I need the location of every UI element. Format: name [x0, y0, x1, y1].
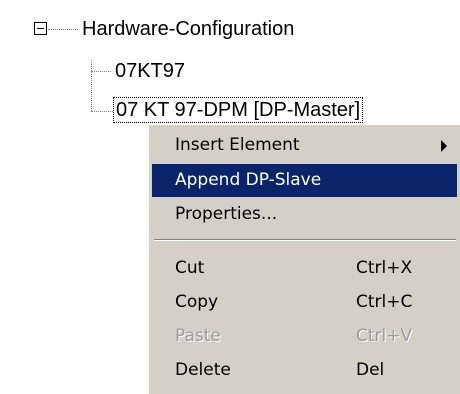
collapse-tree-icon[interactable] — [34, 22, 47, 35]
menu-item-copy[interactable]: Copy Ctrl+C — [152, 286, 457, 319]
menu-item-label: Cut — [175, 258, 205, 278]
tree-connector — [48, 29, 78, 30]
menu-item-shortcut: Ctrl+V — [356, 326, 413, 346]
menu-item-paste: Paste Ctrl+V — [152, 320, 457, 353]
menu-item-label: Copy — [175, 292, 219, 312]
menu-item-shortcut: Ctrl+C — [356, 292, 413, 312]
menu-item-label: Insert Element — [175, 135, 300, 155]
menu-item-properties[interactable]: Properties... — [152, 198, 457, 231]
menu-item-shortcut: Del — [356, 360, 385, 380]
menu-item-label: Paste — [175, 326, 221, 346]
tree-connector — [91, 111, 113, 112]
menu-item-label: Properties... — [175, 204, 278, 224]
submenu-arrow-icon — [441, 140, 447, 152]
menu-item-cut[interactable]: Cut Ctrl+X — [152, 252, 457, 285]
tree-node-hardware-configuration[interactable]: Hardware-Configuration — [82, 17, 294, 41]
tree-node-07kt97[interactable]: 07KT97 — [115, 59, 185, 83]
menu-item-label: Delete — [175, 360, 231, 380]
menu-separator — [154, 239, 456, 241]
tree-node-07-kt-97-dpm[interactable]: 07 KT 97-DPM [DP-Master] — [113, 97, 364, 123]
context-menu: Insert Element Append DP-Slave Propertie… — [148, 124, 460, 394]
menu-item-append-dp-slave[interactable]: Append DP-Slave — [152, 164, 457, 197]
tree-connector — [91, 60, 92, 111]
menu-item-label: Append DP-Slave — [175, 170, 322, 190]
menu-item-insert-element[interactable]: Insert Element — [152, 129, 457, 162]
tree-connector — [91, 71, 111, 72]
menu-item-delete[interactable]: Delete Del — [152, 354, 457, 387]
menu-item-shortcut: Ctrl+X — [356, 258, 413, 278]
